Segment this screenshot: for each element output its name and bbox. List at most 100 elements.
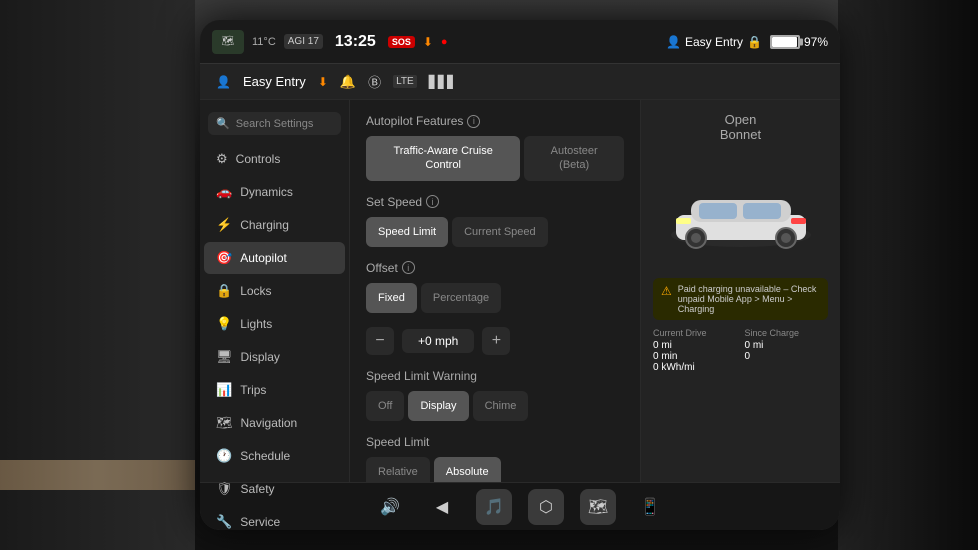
sidebar-item-schedule[interactable]: 🕐 Schedule — [204, 440, 345, 472]
dynamics-label: Dynamics — [240, 185, 293, 199]
autopilot-features-buttons: Traffic-Aware Cruise Control Autosteer (… — [366, 136, 624, 181]
set-speed-buttons: Speed Limit Current Speed — [366, 217, 624, 247]
since-charge-label: Since Charge — [745, 328, 829, 338]
locks-icon: 🔒 — [216, 283, 232, 299]
display-label: Display — [241, 350, 280, 364]
battery-icon — [770, 35, 800, 49]
current-drive-kwh: 0 kWh/mi — [653, 362, 737, 373]
speed-limit-buttons: Relative Absolute — [366, 457, 624, 482]
schedule-label: Schedule — [240, 449, 290, 463]
sub-bar-bluetooth-icon: Ⓑ — [368, 72, 381, 91]
main-content-area: 🔍 Search Settings ⚙ Controls 🚗 Dynamics … — [200, 100, 840, 482]
sub-bar-signal-icon: ▋▋▋ — [429, 75, 457, 89]
battery-fill — [772, 37, 797, 47]
car-visual — [653, 150, 828, 270]
autosteer-button[interactable]: Autosteer (Beta) — [524, 136, 624, 181]
open-bonnet-label: OpenBonnet — [653, 112, 828, 142]
drive-stats: Current Drive 0 mi 0 min 0 kWh/mi Since … — [653, 328, 828, 373]
warning-text: Paid charging unavailable – Check unpaid… — [678, 284, 820, 314]
sidebar-item-safety[interactable]: 🛡 Safety — [204, 473, 345, 505]
sidebar-item-controls[interactable]: ⚙ Controls — [204, 143, 345, 175]
sidebar-item-autopilot[interactable]: 🎯 Autopilot — [204, 242, 345, 274]
speed-limit-section: Speed Limit Relative Absolute — [366, 435, 624, 482]
taskbar-music-button[interactable]: 🎵 — [476, 489, 512, 525]
taskbar-map-button[interactable]: 🗺 — [580, 489, 616, 525]
set-speed-title-row: Set Speed i — [366, 195, 624, 209]
taskbar-volume-button[interactable]: 🔊 — [372, 489, 408, 525]
warning-chime-button[interactable]: Chime — [473, 391, 529, 421]
percentage-offset-button[interactable]: Percentage — [421, 283, 501, 313]
offset-decrement-button[interactable]: − — [366, 327, 394, 355]
sidebar-item-display[interactable]: 🖥 Display — [204, 341, 345, 373]
taskbar-phone-button[interactable]: 📱 — [632, 489, 668, 525]
safety-icon: 🛡 — [216, 481, 233, 497]
speed-limit-warning-section: Speed Limit Warning Off Display Chime — [366, 369, 624, 421]
sidebar-item-dynamics[interactable]: 🚗 Dynamics — [204, 176, 345, 208]
taskbar-bluetooth-button[interactable]: ⬡ — [528, 489, 564, 525]
trips-label: Trips — [240, 383, 266, 397]
service-label: Service — [240, 515, 280, 529]
lights-label: Lights — [240, 317, 272, 331]
sidebar-item-trips[interactable]: 📊 Trips — [204, 374, 345, 406]
sub-bar-easy-entry: Easy Entry — [243, 74, 306, 89]
speed-limit-title: Speed Limit — [366, 435, 624, 449]
lock-icon: 🔒 — [747, 35, 762, 49]
status-bar: 🗺 11°C AGI 17 13:25 SOS ⬇ ● 👤 Easy Entry… — [200, 20, 840, 64]
autopilot-label: Autopilot — [240, 251, 287, 265]
autopilot-features-info-icon[interactable]: i — [467, 115, 480, 128]
controls-label: Controls — [236, 152, 281, 166]
autopilot-icon: 🎯 — [216, 250, 232, 266]
person-icon: 👤 — [666, 35, 681, 49]
battery-display: 97% — [770, 35, 828, 49]
dynamics-icon: 🚗 — [216, 184, 232, 200]
set-speed-section: Set Speed i Speed Limit Current Speed — [366, 195, 624, 247]
warning-display-button[interactable]: Display — [408, 391, 468, 421]
sub-bar-download-icon: ⬇ — [318, 75, 328, 89]
sidebar-item-navigation[interactable]: 🗺 Navigation — [204, 407, 345, 439]
sub-bar-lte-icon: LTE — [393, 75, 417, 88]
offset-value-display: +0 mph — [402, 329, 474, 353]
car-diagram-svg — [661, 165, 821, 255]
navigation-label: Navigation — [241, 416, 298, 430]
sos-button[interactable]: SOS — [388, 36, 415, 48]
offset-section: Offset i Fixed Percentage − +0 mph + — [366, 261, 624, 355]
warning-triangle-icon: ⚠ — [661, 284, 672, 298]
car-panel: OpenBonnet — [640, 100, 840, 482]
current-drive-min: 0 min — [653, 351, 737, 362]
relative-button[interactable]: Relative — [366, 457, 430, 482]
interior-left-panel — [0, 0, 195, 550]
sidebar-item-service[interactable]: 🔧 Service — [204, 506, 345, 530]
search-icon: 🔍 — [216, 117, 230, 130]
trips-icon: 📊 — [216, 382, 232, 398]
fixed-offset-button[interactable]: Fixed — [366, 283, 417, 313]
sidebar: 🔍 Search Settings ⚙ Controls 🚗 Dynamics … — [200, 100, 350, 482]
taskbar-back-button[interactable]: ◀ — [424, 489, 460, 525]
offset-title-row: Offset i — [366, 261, 624, 275]
sidebar-item-lights[interactable]: 💡 Lights — [204, 308, 345, 340]
locks-label: Locks — [240, 284, 271, 298]
absolute-button[interactable]: Absolute — [434, 457, 501, 482]
current-drive-column: Current Drive 0 mi 0 min 0 kWh/mi — [653, 328, 737, 373]
display-icon: 🖥 — [216, 349, 233, 365]
tesla-screen: 🗺 11°C AGI 17 13:25 SOS ⬇ ● 👤 Easy Entry… — [200, 20, 840, 530]
navigation-icon: 🗺 — [216, 415, 233, 431]
wood-trim — [0, 460, 195, 490]
charging-label: Charging — [240, 218, 289, 232]
since-charge-miles: 0 mi — [745, 340, 829, 351]
speed-limit-button[interactable]: Speed Limit — [366, 217, 448, 247]
autopilot-features-title: Autopilot Features — [366, 114, 463, 128]
offset-increment-button[interactable]: + — [482, 327, 510, 355]
traffic-aware-cruise-button[interactable]: Traffic-Aware Cruise Control — [366, 136, 520, 181]
offset-info-icon[interactable]: i — [402, 261, 415, 274]
schedule-icon: 🕐 — [216, 448, 232, 464]
search-box[interactable]: 🔍 Search Settings — [208, 112, 341, 135]
warning-off-button[interactable]: Off — [366, 391, 404, 421]
temperature-display: 11°C — [252, 36, 276, 48]
set-speed-info-icon[interactable]: i — [426, 195, 439, 208]
offset-value-row: − +0 mph + — [366, 327, 624, 355]
current-speed-button[interactable]: Current Speed — [452, 217, 548, 247]
map-icon: 🗺 — [212, 30, 244, 54]
autopilot-features-section: Autopilot Features i — [366, 114, 624, 128]
sidebar-item-charging[interactable]: ⚡ Charging — [204, 209, 345, 241]
sidebar-item-locks[interactable]: 🔒 Locks — [204, 275, 345, 307]
